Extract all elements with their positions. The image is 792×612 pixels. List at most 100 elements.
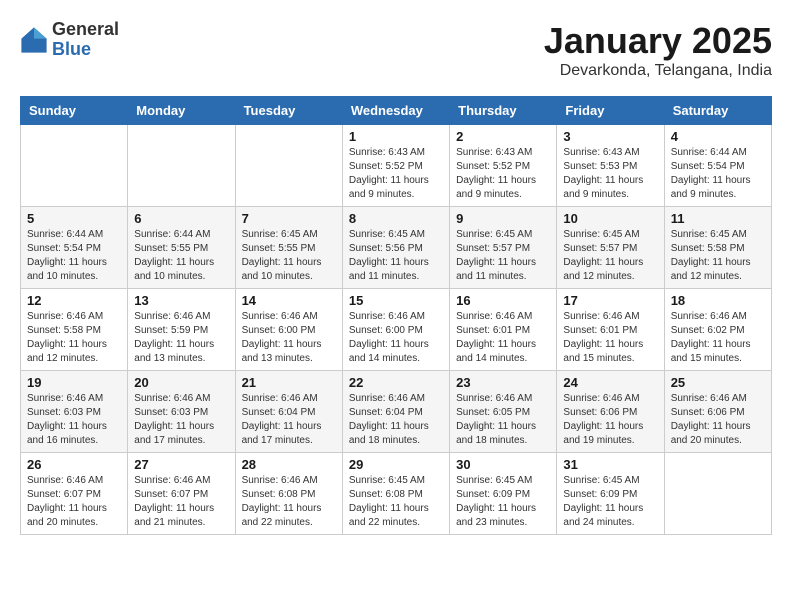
day-number: 1 (349, 129, 443, 144)
day-of-week-header: Saturday (664, 97, 771, 125)
day-number: 16 (456, 293, 550, 308)
day-info: Sunrise: 6:45 AM Sunset: 5:58 PM Dayligh… (671, 228, 765, 284)
calendar-cell: 9 Sunrise: 6:45 AM Sunset: 5:57 PM Daylig… (450, 207, 557, 289)
calendar-cell: 28Sunrise: 6:46 AM Sunset: 6:08 PM Dayli… (235, 453, 342, 535)
day-of-week-header: Sunday (21, 97, 128, 125)
calendar-cell: 10Sunrise: 6:45 AM Sunset: 5:57 PM Dayli… (557, 207, 664, 289)
day-number: 18 (671, 293, 765, 308)
calendar-cell: 4Sunrise: 6:44 AM Sunset: 5:54 PM Daylig… (664, 125, 771, 207)
day-number: 27 (134, 457, 228, 472)
day-number: 31 (563, 457, 657, 472)
calendar-cell (235, 125, 342, 207)
day-info: Sunrise: 6:46 AM Sunset: 6:03 PM Dayligh… (27, 392, 121, 448)
logo-blue: Blue (52, 40, 119, 60)
calendar-cell: 20 Sunrise: 6:46 AM Sunset: 6:03 PM Dayli… (128, 371, 235, 453)
calendar-cell (21, 125, 128, 207)
day-number: 2 (456, 129, 550, 144)
calendar-week-row: 26Sunrise: 6:46 AM Sunset: 6:07 PM Dayli… (21, 453, 772, 535)
day-info: Sunrise: 6:44 AM Sunset: 5:54 PM Dayligh… (27, 228, 121, 284)
logo-general: General (52, 20, 119, 40)
day-number: 14 (242, 293, 336, 308)
logo: General Blue (20, 20, 119, 60)
day-of-week-header: Monday (128, 97, 235, 125)
month-title: January 2025 (544, 20, 772, 62)
calendar-cell: 19 Sunrise: 6:46 AM Sunset: 6:03 PM Dayli… (21, 371, 128, 453)
day-number: 30 (456, 457, 550, 472)
day-number: 5 (27, 211, 121, 226)
calendar-cell: 25Sunrise: 6:46 AM Sunset: 6:06 PM Dayli… (664, 371, 771, 453)
day-info: Sunrise: 6:46 AM Sunset: 6:03 PM Dayligh… (134, 392, 228, 448)
location: Devarkonda, Telangana, India (544, 62, 772, 80)
calendar-cell: 30 Sunrise: 6:45 AM Sunset: 6:09 PM Dayli… (450, 453, 557, 535)
title-block: January 2025 Devarkonda, Telangana, Indi… (544, 20, 772, 80)
calendar-cell: 15 Sunrise: 6:46 AM Sunset: 6:00 PM Dayli… (342, 289, 449, 371)
day-info: Sunrise: 6:46 AM Sunset: 6:06 PM Dayligh… (563, 392, 657, 448)
day-info: Sunrise: 6:46 AM Sunset: 5:58 PM Dayligh… (27, 310, 121, 366)
day-of-week-header: Thursday (450, 97, 557, 125)
day-info: Sunrise: 6:44 AM Sunset: 5:55 PM Dayligh… (134, 228, 228, 284)
day-number: 13 (134, 293, 228, 308)
day-number: 29 (349, 457, 443, 472)
day-number: 24 (563, 375, 657, 390)
day-info: Sunrise: 6:46 AM Sunset: 6:07 PM Dayligh… (27, 474, 121, 530)
day-info: Sunrise: 6:46 AM Sunset: 6:04 PM Dayligh… (349, 392, 443, 448)
day-number: 19 (27, 375, 121, 390)
calendar-cell: 17Sunrise: 6:46 AM Sunset: 6:01 PM Dayli… (557, 289, 664, 371)
calendar-cell: 3 Sunrise: 6:43 AM Sunset: 5:53 PM Daylig… (557, 125, 664, 207)
day-info: Sunrise: 6:46 AM Sunset: 6:01 PM Dayligh… (456, 310, 550, 366)
day-number: 15 (349, 293, 443, 308)
calendar-cell: 5 Sunrise: 6:44 AM Sunset: 5:54 PM Daylig… (21, 207, 128, 289)
calendar-cell: 11 Sunrise: 6:45 AM Sunset: 5:58 PM Dayli… (664, 207, 771, 289)
day-info: Sunrise: 6:45 AM Sunset: 6:09 PM Dayligh… (563, 474, 657, 530)
day-info: Sunrise: 6:46 AM Sunset: 6:07 PM Dayligh… (134, 474, 228, 530)
day-info: Sunrise: 6:45 AM Sunset: 6:08 PM Dayligh… (349, 474, 443, 530)
day-number: 3 (563, 129, 657, 144)
day-info: Sunrise: 6:43 AM Sunset: 5:53 PM Dayligh… (563, 146, 657, 202)
page-header: General Blue January 2025 Devarkonda, Te… (20, 20, 772, 80)
day-number: 11 (671, 211, 765, 226)
calendar-cell: 6 Sunrise: 6:44 AM Sunset: 5:55 PM Daylig… (128, 207, 235, 289)
day-info: Sunrise: 6:43 AM Sunset: 5:52 PM Dayligh… (456, 146, 550, 202)
calendar-cell: 21Sunrise: 6:46 AM Sunset: 6:04 PM Dayli… (235, 371, 342, 453)
day-of-week-header: Friday (557, 97, 664, 125)
day-number: 6 (134, 211, 228, 226)
calendar-cell: 26Sunrise: 6:46 AM Sunset: 6:07 PM Dayli… (21, 453, 128, 535)
day-of-week-header: Tuesday (235, 97, 342, 125)
day-info: Sunrise: 6:46 AM Sunset: 6:08 PM Dayligh… (242, 474, 336, 530)
calendar-cell: 13 Sunrise: 6:46 AM Sunset: 5:59 PM Dayli… (128, 289, 235, 371)
day-info: Sunrise: 6:45 AM Sunset: 5:57 PM Dayligh… (456, 228, 550, 284)
calendar-cell: 23Sunrise: 6:46 AM Sunset: 6:05 PM Dayli… (450, 371, 557, 453)
calendar-cell: 24 Sunrise: 6:46 AM Sunset: 6:06 PM Dayli… (557, 371, 664, 453)
day-number: 20 (134, 375, 228, 390)
day-number: 9 (456, 211, 550, 226)
day-info: Sunrise: 6:43 AM Sunset: 5:52 PM Dayligh… (349, 146, 443, 202)
day-number: 17 (563, 293, 657, 308)
day-number: 25 (671, 375, 765, 390)
day-number: 7 (242, 211, 336, 226)
day-info: Sunrise: 6:46 AM Sunset: 5:59 PM Dayligh… (134, 310, 228, 366)
calendar-cell: 8Sunrise: 6:45 AM Sunset: 5:56 PM Daylig… (342, 207, 449, 289)
calendar-cell: 31 Sunrise: 6:45 AM Sunset: 6:09 PM Dayli… (557, 453, 664, 535)
day-info: Sunrise: 6:46 AM Sunset: 6:00 PM Dayligh… (242, 310, 336, 366)
calendar-cell: 14 Sunrise: 6:46 AM Sunset: 6:00 PM Dayli… (235, 289, 342, 371)
day-number: 10 (563, 211, 657, 226)
day-info: Sunrise: 6:45 AM Sunset: 5:56 PM Dayligh… (349, 228, 443, 284)
logo-icon (20, 26, 48, 54)
calendar-cell: 22Sunrise: 6:46 AM Sunset: 6:04 PM Dayli… (342, 371, 449, 453)
day-info: Sunrise: 6:46 AM Sunset: 6:04 PM Dayligh… (242, 392, 336, 448)
calendar-week-row: 1 Sunrise: 6:43 AM Sunset: 5:52 PM Daylig… (21, 125, 772, 207)
calendar-cell: 16 Sunrise: 6:46 AM Sunset: 6:01 PM Dayli… (450, 289, 557, 371)
logo-text: General Blue (52, 20, 119, 60)
calendar-week-row: 5 Sunrise: 6:44 AM Sunset: 5:54 PM Daylig… (21, 207, 772, 289)
calendar-cell: 18Sunrise: 6:46 AM Sunset: 6:02 PM Dayli… (664, 289, 771, 371)
day-info: Sunrise: 6:46 AM Sunset: 6:00 PM Dayligh… (349, 310, 443, 366)
calendar-cell (664, 453, 771, 535)
calendar-cell: 27 Sunrise: 6:46 AM Sunset: 6:07 PM Dayli… (128, 453, 235, 535)
day-info: Sunrise: 6:45 AM Sunset: 6:09 PM Dayligh… (456, 474, 550, 530)
calendar-week-row: 12Sunrise: 6:46 AM Sunset: 5:58 PM Dayli… (21, 289, 772, 371)
day-of-week-header: Wednesday (342, 97, 449, 125)
calendar-cell: 7 Sunrise: 6:45 AM Sunset: 5:55 PM Daylig… (235, 207, 342, 289)
day-info: Sunrise: 6:45 AM Sunset: 5:55 PM Dayligh… (242, 228, 336, 284)
day-info: Sunrise: 6:44 AM Sunset: 5:54 PM Dayligh… (671, 146, 765, 202)
calendar-week-row: 19 Sunrise: 6:46 AM Sunset: 6:03 PM Dayli… (21, 371, 772, 453)
